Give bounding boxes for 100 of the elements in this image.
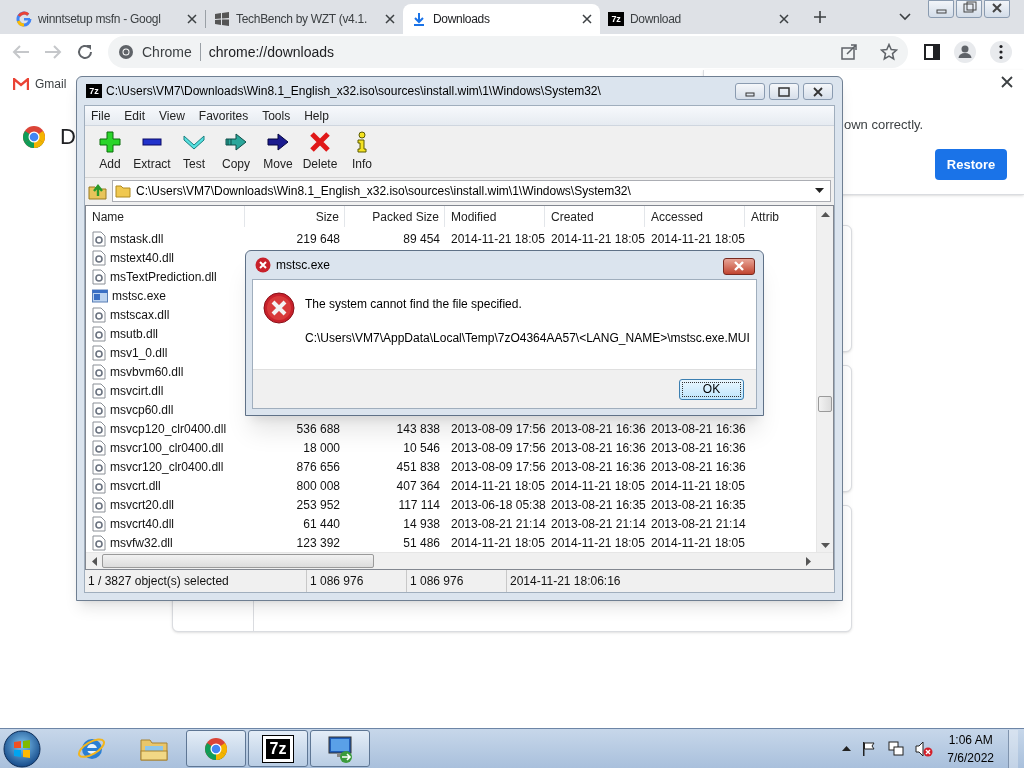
table-cell-text: 117 114	[397, 496, 441, 514]
browser-tab[interactable]: Downloads	[403, 4, 600, 34]
table-cell-text: 2014-11-21 18:05	[650, 230, 745, 248]
table-cell-text: 2014-11-21 18:05	[650, 534, 745, 552]
ok-button[interactable]: OK	[679, 378, 744, 400]
table-cell-text: 2014-11-21 18:05	[450, 477, 545, 495]
restore-icon[interactable]	[956, 0, 982, 18]
more-menu-icon[interactable]	[990, 41, 1012, 63]
reload-icon[interactable]	[76, 43, 94, 61]
table-cell: msvcirt.dll	[86, 381, 245, 400]
speaker-muted-icon[interactable]	[915, 740, 934, 757]
close-icon[interactable]	[1001, 76, 1013, 88]
plus-icon[interactable]	[813, 10, 827, 24]
arrow-right-icon	[267, 130, 289, 153]
toolbar-button[interactable]: Extract	[131, 127, 173, 176]
browser-tab[interactable]: 7z Download	[600, 4, 797, 34]
gear-file-icon	[92, 230, 106, 247]
table-cell-text: 2013-08-21 16:36	[550, 420, 645, 438]
column-header[interactable]: Size	[245, 206, 345, 227]
table-cell-text: 2013-08-21 21:14	[550, 515, 645, 533]
dropdown-caret-icon[interactable]	[815, 188, 824, 193]
window-file-icon	[92, 288, 108, 303]
gear-file-icon	[92, 249, 106, 266]
error-icon	[263, 292, 295, 324]
gear-file-icon	[92, 401, 106, 418]
table-cell-text: 143 838	[395, 420, 441, 438]
taskbar-button[interactable]	[310, 730, 370, 767]
restore-icon[interactable]	[769, 83, 799, 100]
table-cell-text: 61 440	[302, 515, 341, 533]
start-button[interactable]	[2, 728, 42, 768]
table-cell: msvcr100_clr0400.dll	[86, 438, 245, 457]
toolbar-button[interactable]: Test	[173, 127, 215, 176]
taskbar-button[interactable]	[186, 730, 246, 767]
close-icon[interactable]	[385, 14, 395, 24]
side-panel-icon[interactable]	[924, 44, 940, 60]
column-header[interactable]: Accessed	[645, 206, 745, 227]
browser-tab[interactable]: winntsetup msfn - Googl	[8, 4, 205, 34]
star-icon[interactable]	[880, 43, 898, 61]
scroll-down-icon[interactable]	[821, 543, 830, 548]
column-header[interactable]: Created	[545, 206, 645, 227]
table-cell-text: 2013-08-21 16:35	[650, 496, 745, 514]
table-cell: msTextPrediction.dll	[86, 267, 245, 286]
toolbar-button[interactable]: Delete	[299, 127, 341, 176]
folder-icon	[115, 183, 131, 198]
table-cell: msvcp120_clr0400.dll	[86, 419, 245, 438]
close-icon[interactable]	[582, 14, 592, 24]
menu-item[interactable]: Edit	[124, 106, 146, 125]
table-cell-text: 89 454	[402, 230, 441, 248]
clock-date[interactable]: 7/6/2022	[947, 748, 994, 767]
scroll-thumb[interactable]	[818, 396, 832, 412]
toolbar-button[interactable]: Add	[89, 127, 131, 176]
scroll-left-icon[interactable]	[92, 557, 97, 566]
scroll-thumb[interactable]	[102, 554, 374, 568]
toolbar-button[interactable]: Move	[257, 127, 299, 176]
horizontal-scrollbar[interactable]	[86, 552, 833, 569]
gear-file-icon	[92, 439, 106, 456]
close-icon[interactable]	[187, 14, 197, 24]
menu-item[interactable]: File	[91, 106, 111, 125]
scroll-right-icon[interactable]	[806, 557, 811, 566]
column-header[interactable]: Packed Size	[345, 206, 445, 227]
minimize-icon[interactable]	[928, 0, 954, 18]
taskbar-button[interactable]: 7z	[248, 730, 308, 767]
clock-time[interactable]: 1:06 AM	[948, 730, 993, 749]
share-icon[interactable]	[840, 43, 858, 61]
toolbar-button[interactable]: Copy	[215, 127, 257, 176]
bookmark[interactable]: Gmail	[13, 75, 67, 93]
scroll-up-icon[interactable]	[821, 212, 830, 217]
table-cell-text: 2013-06-18 05:38	[450, 496, 545, 514]
window-title: C:\Users\VM7\Downloads\Win8.1_English_x32.iso\sources\install.wim\1\Windows\System32\	[106, 83, 601, 100]
menu-item[interactable]: Help	[304, 106, 329, 125]
toolbar-button[interactable]: Info	[341, 127, 383, 176]
browser-tab[interactable]: TechBench by WZT (v4.1.	[206, 4, 403, 34]
minimize-icon[interactable]	[735, 83, 765, 100]
table-cell-text: 2013-08-21 16:36	[650, 439, 745, 457]
menu-item[interactable]: Tools	[262, 106, 291, 125]
menu-item[interactable]: Favorites	[198, 106, 249, 125]
table-cell-text: 2013-08-21 16:36	[550, 439, 645, 457]
table-cell-text: 451 838	[395, 458, 441, 476]
menu-item[interactable]: View	[159, 106, 185, 125]
chevron-down-icon[interactable]	[899, 13, 911, 21]
table-cell: mstsc.exe	[86, 286, 245, 305]
close-icon[interactable]	[723, 258, 755, 275]
browser-logo-icon	[22, 124, 46, 149]
flag-icon[interactable]	[861, 740, 878, 757]
gear-file-icon	[92, 477, 106, 494]
close-icon[interactable]	[779, 14, 789, 24]
table-cell-text: 2013-08-09 17:56	[450, 458, 545, 476]
restore-button[interactable]: Restore	[935, 149, 1007, 180]
profile-icon[interactable]	[954, 41, 976, 63]
path-field[interactable]: C:\Users\VM7\Downloads\Win8.1_English_x32.iso\sources\install.wim\1\Windows\System32\	[112, 179, 831, 202]
address-bar[interactable]: Chrome chrome://downloads	[108, 36, 908, 68]
close-icon[interactable]	[803, 83, 833, 100]
table-cell-text: 10 546	[402, 439, 441, 457]
column-header[interactable]: Name	[86, 206, 245, 227]
network-icon[interactable]	[887, 740, 906, 757]
tray-up-icon[interactable]	[842, 746, 852, 751]
column-header[interactable]: Modified	[445, 206, 545, 227]
close-icon[interactable]	[984, 0, 1010, 18]
page-heading: D	[60, 123, 76, 151]
vertical-scrollbar[interactable]	[816, 206, 833, 552]
